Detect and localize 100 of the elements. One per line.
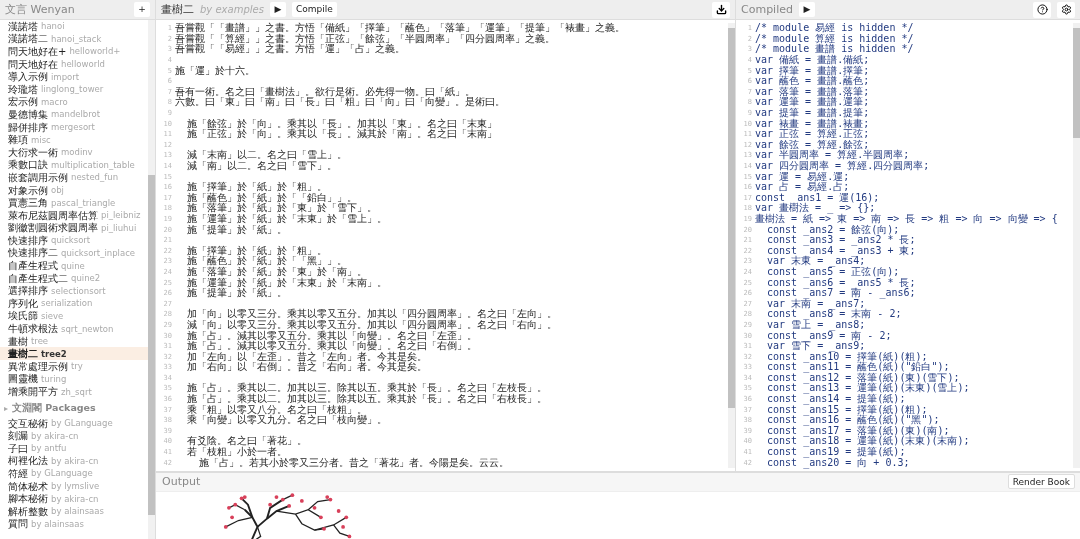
run-button[interactable]: ▶ (799, 2, 815, 17)
package-item[interactable]: 腳本秘術 by akira-cn (0, 492, 148, 505)
code-line: 施「落筆」於「紙」於「東」於「南」。 (186, 266, 368, 277)
example-item[interactable]: 牛頓求根法 sqrt_newton (0, 322, 148, 335)
package-name: 解析整數 (8, 505, 48, 517)
code-line: 施「正弦」於「向」。乘其以「長」。減其於「南」。名之曰「末南」 (186, 129, 498, 140)
package-item[interactable]: 子曰 by antfu (0, 442, 148, 455)
example-name: 漢諾塔二 (8, 33, 48, 45)
add-button[interactable]: + (134, 2, 150, 17)
code-line: 乘「粗」以零又八分。名之曰「枝粗」。 (186, 404, 368, 415)
code-line: var 提筆 = 畫譜.提筆; (755, 108, 870, 119)
scrollbar[interactable] (148, 20, 155, 539)
file-title: 畫樹二 (161, 2, 194, 17)
example-item[interactable]: 增乘開平方 zh_sqrt (0, 385, 148, 398)
code-line: 施「提筆」於「紙」。 (186, 288, 288, 299)
code-line: var 餘弦 = 算經.餘弦; (755, 139, 870, 150)
scrollbar[interactable] (728, 23, 735, 468)
example-item[interactable]: 畫樹 tree (0, 334, 148, 348)
download-icon[interactable] (712, 1, 730, 18)
code-line: var 半圓周率 = 算經.半圓周率; (755, 150, 910, 161)
example-name: 牛頓求根法 (8, 323, 58, 335)
example-name: 圖靈機 (8, 373, 38, 385)
example-item[interactable]: 雜項 misc (0, 133, 148, 146)
example-item[interactable]: 大衍求一術 modinv (0, 145, 148, 159)
code-line: var 四分圓周率 = 算經.四分圓周率; (755, 161, 930, 171)
example-slug: macro (41, 96, 68, 107)
code-line: var 雪上 = _ans8; (766, 319, 866, 330)
example-name: 嵌套調用示例 (8, 171, 68, 183)
packages-heading: 文淵閣 Packages (12, 402, 96, 416)
example-item[interactable]: 嵌套調用示例 nested_fun (0, 171, 148, 184)
package-name: 質問 (8, 518, 28, 530)
example-slug: multiplication_table (51, 159, 135, 170)
example-name: 導入示例 (8, 71, 48, 83)
code-line: const _ans20 = 向 + 0.3; (766, 457, 910, 468)
settings-icon[interactable] (1057, 1, 1075, 18)
package-item[interactable]: 交互秘術 by GLanguage (0, 416, 148, 430)
example-slug: helloworld (61, 59, 105, 70)
example-item[interactable]: 圖靈機 turing (0, 372, 148, 386)
example-item[interactable]: 劉徽割圓術求圓周率 pi_liuhui (0, 221, 148, 235)
package-item[interactable]: 刻漏 by akira-cn (0, 429, 148, 442)
example-item[interactable]: 快速排序二 quicksort_inplace (0, 246, 148, 260)
example-name: 自產生程式 (8, 260, 58, 272)
example-slug: try (71, 361, 83, 372)
example-item[interactable]: 快速排序 quicksort (0, 234, 148, 247)
example-item[interactable]: 对象示例 obj (0, 183, 148, 197)
example-name: 宏示例 (8, 96, 38, 108)
example-item[interactable]: 序列化 serialization (0, 297, 148, 310)
example-item[interactable]: 自產生程式 quine (0, 259, 148, 272)
example-item[interactable]: 埃氏篩 sieve (0, 309, 148, 323)
package-name: 交互秘術 (8, 417, 48, 429)
example-item[interactable]: 異常處理示例 try (0, 360, 148, 373)
example-slug: selectionsort (51, 285, 106, 296)
compile-button[interactable]: Compile (291, 2, 337, 17)
example-name: 劉徽割圓術求圓周率 (8, 222, 98, 234)
package-name: 符經 (8, 468, 28, 479)
example-item[interactable]: 宏示例 macro (0, 95, 148, 109)
render-book-button[interactable]: Render Book (1007, 474, 1075, 490)
package-item[interactable]: 質問 by alainsaas (0, 517, 148, 531)
code-line: 吾嘗觀「「畫譜」」之書。方悟「備紙」「擇筆」「蘸色」「落筆」「運筆」「提筆」「裱畫」之義。 (175, 23, 625, 34)
code-line: const _ans19 = 提筆(紙); (766, 447, 906, 458)
example-item[interactable]: 玲瓏塔 linglong_tower (0, 82, 148, 96)
code-line: 施「餘弦」於「向」。乘其以「長」。加其以「東」。名之曰「末東」 (186, 118, 498, 129)
package-author: by akira-cn (31, 430, 79, 441)
run-button[interactable]: ▶ (269, 2, 286, 17)
example-item[interactable]: 賈憲三角 pascal_triangle (0, 196, 148, 209)
code-line: const _ans17 = 落筆(紙)(東)(南); (766, 425, 950, 436)
example-slug: linglong_tower (41, 84, 104, 95)
scrollbar[interactable] (1073, 23, 1080, 468)
code-line: 施「占」。乘其以二。加其以三。除其以五。乘其於「長」。名之曰「右枝長」。 (186, 394, 548, 405)
example-item[interactable]: 導入示例 import (0, 70, 148, 83)
example-item[interactable]: 問天地好在+ helloworld+ (0, 45, 148, 58)
code-line: var 末南 = _ans7; (766, 298, 866, 309)
code-line: const _ans2 = 餘弦(向); (767, 224, 900, 235)
example-item[interactable]: 漢諾塔二 hanoi_stack (0, 32, 148, 46)
code-line: var 備紙 = 畫譜.備紙; (755, 55, 870, 66)
example-slug: tree2 (41, 348, 67, 359)
code-line: const _ans4 = _ans3 + 東; (766, 245, 916, 256)
example-item[interactable]: 歸併排序 mergesort (0, 120, 148, 134)
example-item[interactable]: 選擇排序 selectionsort (0, 284, 148, 298)
package-item[interactable]: 柯裡化法 by akira-cn (0, 454, 148, 468)
code-line: 減「南」以二。名之曰「雪下」。 (186, 161, 338, 171)
example-item[interactable]: 問天地好在 helloworld (0, 57, 148, 71)
example-item[interactable]: 畫樹二 tree2 (0, 347, 148, 361)
code-line: const _ans10 = 擇筆(紙)(粗); (766, 351, 928, 362)
help-icon[interactable] (1033, 1, 1051, 18)
example-item[interactable]: 漢諾塔 hanoi (0, 20, 148, 33)
code-line: 施「占」。乘其以二。加其以三。除其以五。乘其於「長」。名之曰「左枝長」。 (186, 383, 548, 394)
code-line: 加「右向」以「右倒」。昔之「右向」者。今其是矣。 (186, 362, 428, 373)
package-item[interactable]: 符經 by GLanguage (0, 467, 148, 480)
example-item[interactable]: 萊布尼茲圓周率估算 pi_leibniz (0, 208, 148, 222)
example-item[interactable]: 曼德博集 mandelbrot (0, 108, 148, 121)
package-item[interactable]: 简体秘术 by lymslive (0, 479, 148, 493)
code-line: const _ans5 = 正弦(向); (766, 266, 900, 277)
example-item[interactable]: 乘數口訣 multiplication_table (0, 158, 148, 172)
example-slug: serialization (41, 298, 93, 309)
example-item[interactable]: 自產生程式二 quine2 (0, 271, 148, 285)
example-name: 乘數口訣 (8, 159, 48, 171)
package-item[interactable]: 解析整數 by alainsaas (0, 504, 148, 518)
code-line: var 蘸色 = 畫譜.蘸色; (755, 76, 870, 87)
code-line: 施「運」於十六。 (175, 65, 255, 76)
